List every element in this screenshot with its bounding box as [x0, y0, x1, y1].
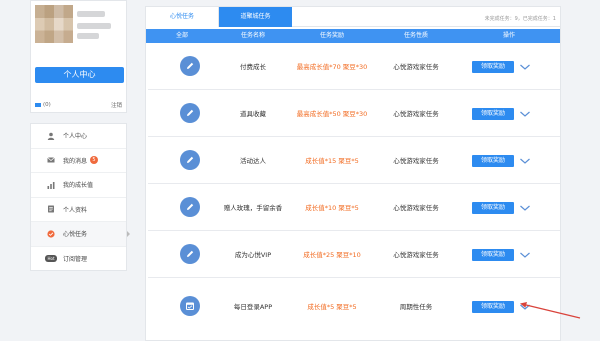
sidebar-item-xinyue-tasks[interactable]: 心悦任务: [31, 222, 130, 247]
message-icon: [35, 102, 41, 107]
sidebar-item-label: 心悦任务: [63, 231, 88, 239]
table-row: 付费成长 最高成长值*70 聚豆*30 心悦游戏家任务 领取奖励: [148, 44, 560, 90]
page: 个人中心 (0) 注销 个人中心 我的消息 5 我的成长值 个人资料 心悦任务: [0, 0, 600, 341]
avatar[interactable]: [35, 5, 73, 43]
bar-chart-icon: [47, 181, 55, 189]
sidebar-item-subscription[interactable]: Hot 订阅管理: [31, 247, 126, 272]
sidebar-item-label: 订阅管理: [63, 256, 88, 264]
header-task-reward: 任务奖励: [319, 32, 344, 39]
header-task-type: 任务性质: [403, 32, 428, 39]
chevron-down-icon[interactable]: [519, 202, 531, 214]
sidebar-item-label: 个人资料: [63, 206, 88, 214]
mail-icon: [47, 156, 55, 164]
table-row: 每日登录APP 成长值*5 聚豆*5 周期性任务 领取奖励: [148, 284, 560, 330]
message-count[interactable]: (0): [35, 102, 51, 108]
task-reward: 最高成长值*50 聚豆*30: [296, 110, 368, 118]
task-name: 成为心悦VIP: [234, 251, 272, 259]
claim-reward-button[interactable]: 领取奖励: [472, 61, 514, 73]
claim-reward-button[interactable]: 领取奖励: [472, 301, 514, 313]
personal-center-button[interactable]: 个人中心: [35, 67, 124, 83]
chevron-down-icon[interactable]: [519, 61, 531, 73]
table-row: 成为心悦VIP 成长值*25 聚豆*10 心悦游戏家任务 领取奖励: [148, 232, 560, 278]
task-name: 付费成长: [240, 63, 266, 71]
logout-link[interactable]: 注销: [111, 101, 122, 109]
task-type: 心悦游戏家任务: [393, 251, 439, 259]
header-action: 操作: [502, 32, 515, 39]
profile-card: 个人中心 (0) 注销: [30, 0, 127, 113]
task-type: 周期性任务: [399, 303, 433, 311]
pencil-icon: [180, 150, 200, 170]
sidebar-item-growth-value[interactable]: 我的成长值: [31, 173, 126, 198]
table-row: 活动达人 成长值*15 聚豆*5 心悦游戏家任务 领取奖励: [148, 138, 560, 184]
task-name: 赠人玫瑰，手留余香: [223, 204, 283, 212]
task-reward: 成长值*25 聚豆*10: [303, 251, 361, 259]
task-panel: 心悦任务 道聚城任务 未完成任务：9，已完成任务：1 全部 任务名称 任务奖励 …: [145, 6, 561, 341]
task-reward: 最高成长值*70 聚豆*30: [296, 63, 368, 71]
profile-footer: (0) 注销: [35, 101, 122, 109]
sidebar-item-label: 我的消息: [63, 157, 88, 165]
header-all[interactable]: 全部: [146, 29, 218, 43]
task-summary: 未完成任务：9，已完成任务：1: [484, 16, 556, 22]
claim-reward-button[interactable]: 领取奖励: [472, 249, 514, 261]
sidebar-menu: 个人中心 我的消息 5 我的成长值 个人资料 心悦任务 Hot 订阅管理: [30, 123, 130, 272]
chevron-down-icon[interactable]: [519, 249, 531, 261]
task-type: 心悦游戏家任务: [393, 110, 439, 118]
claim-reward-button[interactable]: 领取奖励: [472, 108, 514, 120]
blurred-username: [77, 11, 105, 17]
hot-icon: Hot: [45, 255, 57, 263]
claim-reward-button[interactable]: 领取奖励: [472, 155, 514, 167]
calendar-icon: [180, 296, 200, 316]
task-reward: 成长值*10 聚豆*5: [305, 204, 359, 212]
pencil-icon: [180, 244, 200, 264]
pencil-icon: [180, 103, 200, 123]
tab-daojucheng-tasks[interactable]: 道聚城任务: [219, 7, 292, 27]
pencil-icon: [180, 197, 200, 217]
blurred-info: [77, 23, 111, 29]
task-name: 活动达人: [240, 157, 266, 165]
annotation-arrow: [520, 302, 581, 319]
task-type: 心悦游戏家任务: [393, 63, 439, 71]
sidebar-item-my-messages[interactable]: 我的消息 5: [31, 149, 126, 173]
header-task-name: 任务名称: [240, 32, 265, 39]
sidebar-item-label: 我的成长值: [63, 182, 94, 190]
tab-xinyue-tasks[interactable]: 心悦任务: [146, 7, 219, 27]
task-name: 道具收藏: [240, 110, 266, 118]
task-icon: [47, 230, 55, 238]
task-reward: 成长值*15 聚豆*5: [305, 157, 359, 165]
task-name: 每日登录APP: [233, 303, 273, 311]
table-row: 赠人玫瑰，手留余香 成长值*10 聚豆*5 心悦游戏家任务 领取奖励: [148, 185, 560, 231]
profile-icon: [47, 205, 55, 213]
active-caret-icon: [127, 231, 130, 237]
user-icon: [47, 132, 55, 140]
table-row: 道具收藏 最高成长值*50 聚豆*30 心悦游戏家任务 领取奖励: [148, 91, 560, 137]
task-reward: 成长值*5 聚豆*5: [307, 303, 357, 311]
claim-reward-button[interactable]: 领取奖励: [472, 202, 514, 214]
task-type: 心悦游戏家任务: [393, 204, 439, 212]
sidebar-item-label: 个人中心: [63, 133, 88, 141]
sidebar-item-profile[interactable]: 个人资料: [31, 198, 126, 222]
tab-bar: 心悦任务 道聚城任务 未完成任务：9，已完成任务：1: [146, 7, 560, 27]
task-type: 心悦游戏家任务: [393, 157, 439, 165]
sidebar-item-personal-center[interactable]: 个人中心: [31, 124, 126, 149]
pencil-icon: [180, 56, 200, 76]
table-header: 全部 任务名称 任务奖励 任务性质 操作: [146, 29, 560, 43]
chevron-down-icon[interactable]: [519, 108, 531, 120]
chevron-down-icon[interactable]: [519, 155, 531, 167]
blurred-info: [77, 33, 99, 39]
message-badge: 5: [90, 156, 99, 165]
message-count-label: (0): [43, 102, 51, 108]
